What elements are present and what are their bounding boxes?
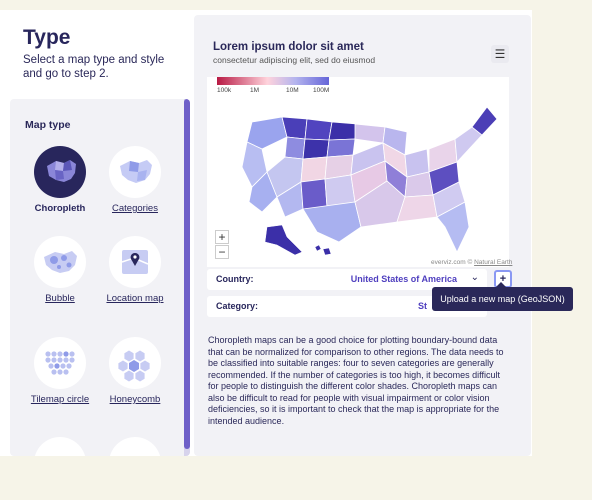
legend-tick: 10M <box>286 87 299 94</box>
page-title: Type <box>23 26 71 49</box>
legend-tick: 1M <box>250 87 260 94</box>
credit-link[interactable]: Natural Earth <box>474 259 512 266</box>
bubble-icon <box>34 236 86 288</box>
map-type-icon <box>34 437 86 456</box>
map-type-next-left[interactable] <box>20 437 100 456</box>
map-type-choropleth[interactable]: Choropleth <box>20 146 100 215</box>
chevron-down-icon: ⌄ <box>470 272 479 283</box>
map-type-bubble[interactable]: Bubble <box>20 236 100 305</box>
map-type-label: Categories <box>112 203 158 214</box>
scrollbar-track[interactable] <box>184 99 190 456</box>
map-type-panel: Map type Choropleth Categories Bubble Lo… <box>10 99 190 456</box>
categories-icon <box>109 146 161 198</box>
legend-ticks: 100k 1M 10M 100M <box>217 87 337 97</box>
step-card: Type Select a map type and style and go … <box>0 10 532 456</box>
map-type-icon <box>109 437 161 456</box>
map-type-heading: Map type <box>25 119 71 131</box>
zoom-out-button[interactable]: − <box>215 245 229 259</box>
category-label: Category: <box>216 301 259 311</box>
upload-map-tooltip: Upload a new map (GeoJSON) <box>432 282 573 311</box>
zoom-in-button[interactable]: + <box>215 230 229 244</box>
map-type-tilemap-circle[interactable]: Tilemap circle <box>20 337 100 406</box>
credit-prefix: everviz.com © <box>431 259 473 266</box>
map-type-label: Bubble <box>45 293 75 304</box>
map-type-next-right[interactable] <box>95 437 175 456</box>
map-type-label: Honeycomb <box>109 394 161 405</box>
hamburger-menu-icon[interactable]: ☰ <box>491 45 509 63</box>
country-value: United States of America <box>350 274 457 284</box>
legend-tick: 100M <box>313 87 330 94</box>
choropleth-icon <box>34 146 86 198</box>
country-label: Country: <box>216 274 254 284</box>
usa-choropleth-map <box>241 106 498 256</box>
scrollbar-thumb[interactable] <box>184 99 190 449</box>
map-type-categories[interactable]: Categories <box>95 146 175 215</box>
page-subtitle: Select a map type and style and go to st… <box>23 54 165 80</box>
honeycomb-icon <box>109 337 161 389</box>
map-type-description: Choropleth maps can be a good choice for… <box>208 335 504 426</box>
map-type-location-map[interactable]: Location map <box>95 236 175 305</box>
map-canvas[interactable] <box>207 77 509 267</box>
map-credit: everviz.com © Natural Earth <box>431 259 512 266</box>
preview-panel: Lorem ipsum dolor sit amet consectetur a… <box>194 15 531 456</box>
type-column: Type Select a map type and style and go … <box>0 10 195 456</box>
color-legend <box>217 77 329 85</box>
legend-tick: 100k <box>217 87 232 94</box>
map-type-label: Tilemap circle <box>30 394 90 405</box>
map-type-honeycomb[interactable]: Honeycomb <box>95 337 175 406</box>
map-title: Lorem ipsum dolor sit amet <box>213 41 364 53</box>
category-value: St <box>418 301 427 311</box>
map-type-label: Location map <box>106 293 164 304</box>
tilemap-circle-icon <box>34 337 86 389</box>
location-map-icon <box>109 236 161 288</box>
map-subtitle: consectetur adipiscing elit, sed do eius… <box>213 55 376 65</box>
map-type-label: Choropleth <box>34 203 86 214</box>
